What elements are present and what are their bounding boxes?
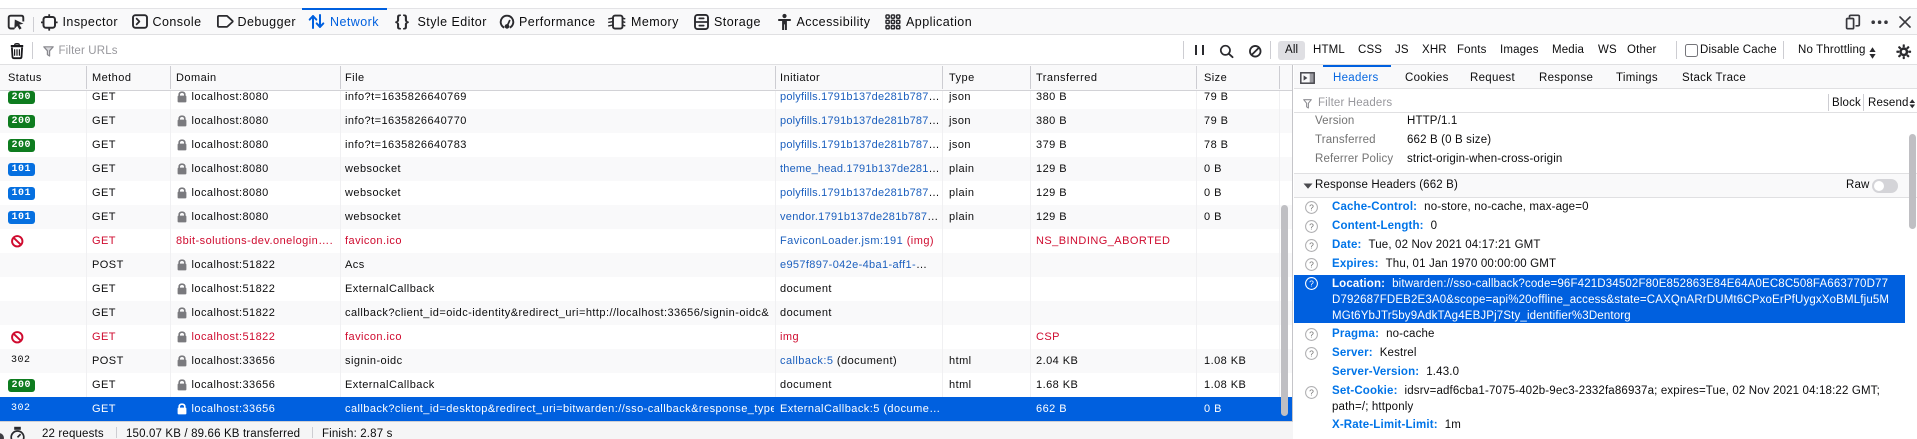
svg-text:?: ? xyxy=(1309,387,1314,397)
svg-text:?: ? xyxy=(1309,348,1314,358)
svg-text:?: ? xyxy=(1309,221,1314,231)
svg-text:?: ? xyxy=(1309,259,1314,269)
svg-text:?: ? xyxy=(1309,278,1314,288)
svg-text:?: ? xyxy=(1309,240,1314,250)
svg-text:?: ? xyxy=(1309,329,1314,339)
svg-text:?: ? xyxy=(1309,202,1314,212)
